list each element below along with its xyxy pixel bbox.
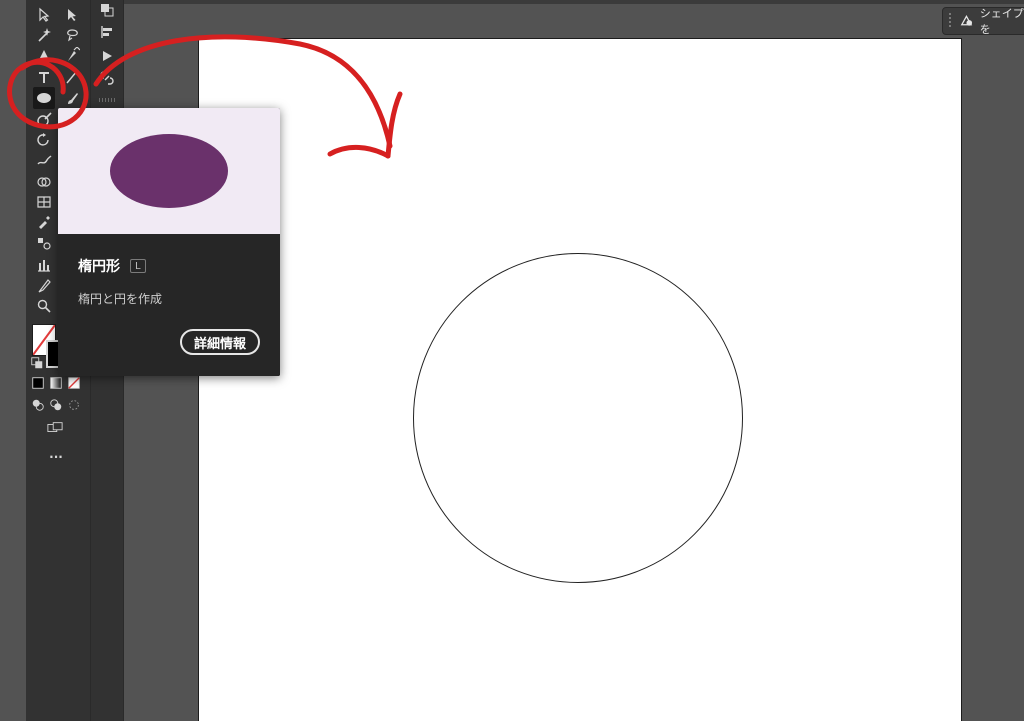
draw-normal-icon bbox=[32, 399, 44, 411]
draw-inside-button[interactable] bbox=[67, 398, 81, 412]
shape-pill-label: シェイプを bbox=[979, 7, 1024, 36]
perspective-grid-tool[interactable] bbox=[34, 192, 54, 212]
selection-arrow-icon bbox=[39, 7, 50, 22]
selection-tool[interactable] bbox=[34, 5, 54, 25]
lasso-tool[interactable] bbox=[62, 25, 82, 45]
drawn-circle[interactable] bbox=[413, 253, 743, 583]
pill-drag-handle[interactable] bbox=[949, 13, 951, 29]
blend-tool[interactable] bbox=[34, 233, 54, 253]
perspective-grid-icon bbox=[37, 196, 51, 208]
shape-builder-tool[interactable] bbox=[34, 172, 54, 192]
direct-selection-tool[interactable] bbox=[62, 5, 82, 25]
color-square-icon bbox=[32, 377, 44, 389]
default-colors-button[interactable] bbox=[30, 356, 44, 370]
link-icon bbox=[100, 71, 114, 85]
screen-mode-icon bbox=[47, 422, 63, 432]
screen-mode-button[interactable] bbox=[46, 421, 64, 435]
panel-grip[interactable] bbox=[99, 98, 115, 102]
draw-inside-icon bbox=[69, 400, 79, 410]
none-icon bbox=[68, 377, 80, 389]
paintbrush-tool[interactable] bbox=[62, 88, 82, 108]
draw-behind-icon bbox=[50, 399, 62, 411]
slice-tool[interactable] bbox=[34, 276, 54, 296]
tool-tooltip: 楕円形 L 楕円と円を作成 詳細情報 bbox=[58, 108, 280, 376]
shape-icon bbox=[960, 14, 973, 26]
pen-icon bbox=[39, 50, 49, 60]
ellipse-tool[interactable] bbox=[33, 87, 55, 109]
rotate-icon bbox=[37, 133, 49, 146]
lasso-icon bbox=[67, 29, 78, 42]
eyedropper-tool[interactable] bbox=[34, 212, 54, 232]
color-mode-button[interactable] bbox=[31, 376, 45, 390]
eyedropper-icon bbox=[39, 216, 50, 229]
tooltip-shortcut: L bbox=[130, 259, 146, 273]
top-bar: シェイプを bbox=[124, 0, 1024, 36]
tooltip-preview bbox=[58, 108, 280, 234]
draw-behind-button[interactable] bbox=[49, 398, 63, 412]
type-tool[interactable] bbox=[34, 67, 54, 87]
align-panel-button[interactable] bbox=[97, 22, 117, 42]
shaper-tool[interactable] bbox=[34, 110, 54, 130]
default-colors-icon bbox=[31, 357, 43, 369]
rotate-tool[interactable] bbox=[34, 130, 54, 150]
warp-tool[interactable] bbox=[34, 150, 54, 170]
column-graph-tool[interactable] bbox=[34, 255, 54, 275]
pathfinder-icon bbox=[101, 4, 114, 17]
shape-builder-pill[interactable]: シェイプを bbox=[942, 7, 1024, 36]
illustrator-window: シェイプを ... 楕円形 L 楕円と円を作成 詳細情報 bbox=[0, 0, 1024, 721]
ellipse-icon bbox=[37, 93, 51, 103]
line-segment-tool[interactable] bbox=[62, 67, 82, 87]
learn-more-button[interactable]: 詳細情報 bbox=[179, 329, 260, 355]
links-panel-button[interactable] bbox=[97, 68, 117, 88]
knife-icon bbox=[38, 279, 51, 293]
edit-toolbar-button[interactable]: ... bbox=[46, 448, 66, 460]
tooltip-title: 楕円形 bbox=[78, 259, 120, 275]
tooltip-preview-ellipse bbox=[110, 134, 228, 208]
curvature-pen-icon bbox=[68, 47, 80, 61]
direct-selection-arrow-icon bbox=[68, 9, 76, 21]
tooltip-description: 楕円と円を作成 bbox=[78, 292, 163, 306]
more-tools-label: ... bbox=[49, 447, 63, 461]
magnifier-icon bbox=[37, 299, 51, 313]
tooltip-body: 楕円形 L 楕円と円を作成 詳細情報 bbox=[58, 234, 280, 376]
magic-wand-tool[interactable] bbox=[34, 25, 54, 45]
shaper-icon bbox=[37, 112, 52, 127]
gradient-icon bbox=[50, 377, 62, 389]
blend-icon bbox=[38, 238, 51, 250]
play-icon bbox=[103, 51, 112, 61]
bar-graph-icon bbox=[38, 260, 50, 272]
pen-tool[interactable] bbox=[34, 45, 54, 65]
draw-normal-button[interactable] bbox=[31, 398, 45, 412]
type-t-icon bbox=[39, 72, 49, 83]
gradient-mode-button[interactable] bbox=[49, 376, 63, 390]
zoom-tool[interactable] bbox=[34, 296, 54, 316]
paintbrush-icon bbox=[68, 93, 78, 104]
pathfinder-panel-button[interactable] bbox=[97, 0, 117, 20]
none-mode-button[interactable] bbox=[67, 376, 81, 390]
shape-builder-icon bbox=[37, 177, 51, 187]
actions-panel-button[interactable] bbox=[97, 46, 117, 66]
align-icon bbox=[101, 26, 112, 38]
tooltip-title-row: 楕円形 L bbox=[78, 256, 146, 276]
curvature-tool[interactable] bbox=[62, 45, 82, 65]
line-icon bbox=[66, 70, 78, 84]
warp-icon bbox=[37, 155, 52, 165]
magic-wand-icon bbox=[38, 28, 51, 42]
